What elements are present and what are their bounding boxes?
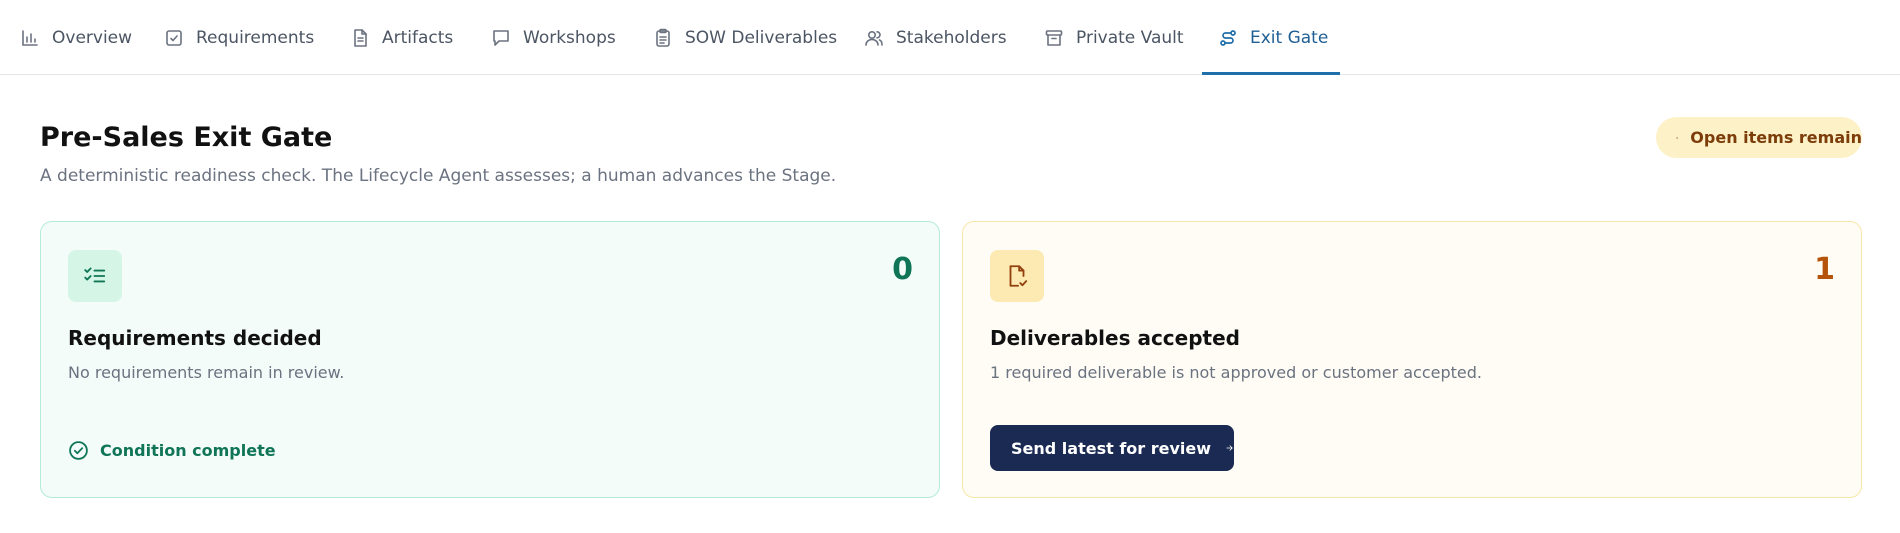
archive-icon [1044, 28, 1064, 48]
condition-complete-label: Condition complete [100, 441, 276, 460]
tab-private-vault[interactable]: Private Vault [1044, 0, 1184, 75]
requirements-card: 0 Requirements decided No requirements r… [40, 221, 940, 498]
tab-label: Artifacts [382, 27, 454, 48]
active-tab-indicator [1202, 72, 1340, 75]
file-check-icon [1009, 265, 1028, 287]
tab-label: Exit Gate [1250, 27, 1329, 48]
clipboard-icon [653, 28, 673, 48]
tab-bar: Overview Requirements Artifacts Workshop… [0, 0, 1900, 75]
tab-label: Requirements [196, 27, 315, 48]
tab-exit-gate[interactable]: Exit Gate [1218, 0, 1328, 75]
page-title: Pre-Sales Exit Gate [40, 122, 333, 153]
condition-complete-status: Condition complete [68, 440, 276, 461]
chat-bubble-icon [491, 28, 511, 48]
tab-workshops[interactable]: Workshops [491, 0, 616, 75]
deliverables-title: Deliverables accepted [990, 326, 1240, 350]
deliverables-icon-box [990, 250, 1044, 302]
tab-label: Workshops [523, 27, 616, 48]
document-icon [350, 28, 370, 48]
tab-label: Stakeholders [896, 27, 1007, 48]
tab-label: Overview [52, 27, 133, 48]
status-badge-label: Open items remain [1690, 128, 1862, 147]
deliverables-card: 1 Deliverables accepted 1 required deliv… [962, 221, 1862, 498]
tab-label: SOW Deliverables [685, 27, 838, 48]
list-checks-icon [84, 267, 106, 283]
tab-label: Private Vault [1076, 27, 1184, 48]
tab-overview[interactable]: Overview [20, 0, 132, 75]
deliverables-description: 1 required deliverable is not approved o… [990, 363, 1482, 382]
deliverables-count: 1 [1814, 252, 1835, 287]
check-circle-icon [69, 441, 88, 460]
send-latest-for-review-label: Send latest for review [1011, 438, 1212, 458]
route-icon [1218, 28, 1238, 48]
users-icon [864, 28, 884, 48]
requirements-description: No requirements remain in review. [68, 363, 345, 382]
status-badge: Open items remain [1656, 117, 1862, 158]
tab-requirements[interactable]: Requirements [164, 0, 314, 75]
bar-chart-icon [20, 28, 40, 48]
check-square-icon [164, 28, 184, 48]
requirements-count: 0 [892, 252, 913, 287]
tab-artifacts[interactable]: Artifacts [350, 0, 453, 75]
requirements-icon-box [68, 250, 122, 302]
tab-sow-deliverables[interactable]: SOW Deliverables [653, 0, 837, 75]
alert-circle-icon [1676, 136, 1679, 139]
arrow-right-icon [1226, 445, 1233, 451]
requirements-title: Requirements decided [68, 326, 322, 350]
send-latest-for-review-button[interactable]: Send latest for review [990, 425, 1234, 471]
tab-stakeholders[interactable]: Stakeholders [864, 0, 1007, 75]
page-subtitle: A deterministic readiness check. The Lif… [40, 166, 837, 186]
